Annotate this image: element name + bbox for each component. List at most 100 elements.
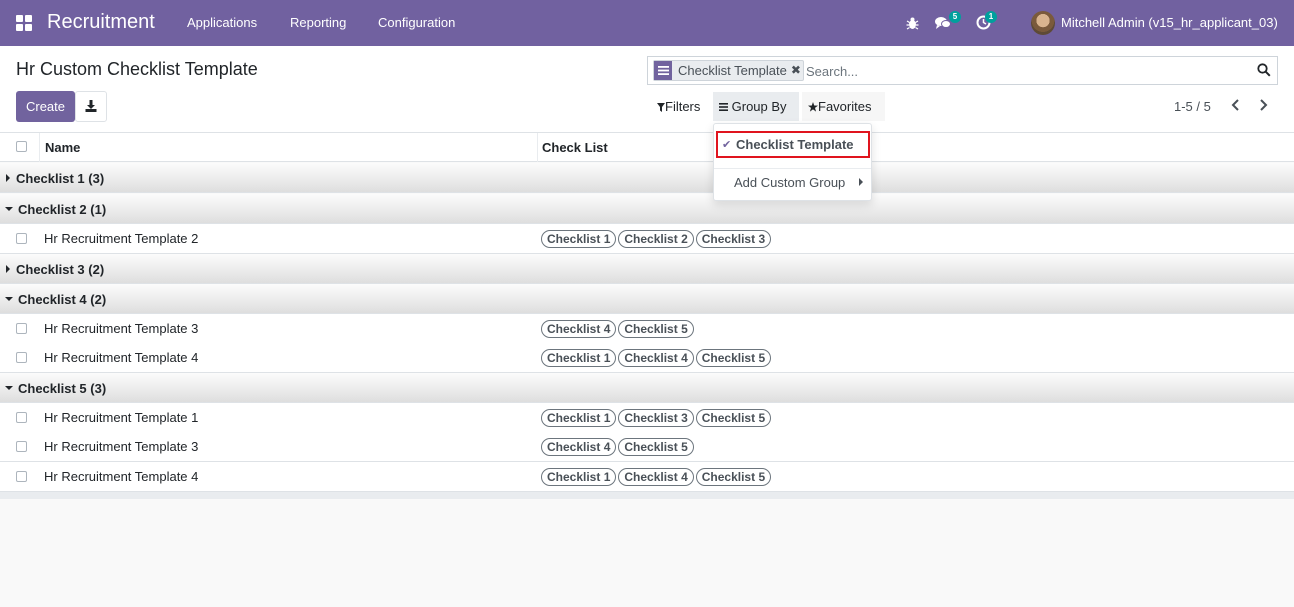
group-label: Checklist 4 (2) (18, 292, 107, 307)
tag: Checklist 4 (618, 468, 694, 486)
select-all-checkbox[interactable] (16, 141, 27, 152)
groupby-option-checklist-template[interactable]: ✔ Checklist Template (716, 131, 870, 158)
top-navbar: Recruitment Applications Reporting Confi… (0, 0, 1294, 46)
checklist-tags: Checklist 4 Checklist 5 (541, 320, 696, 338)
group-row-checklist-4[interactable]: Checklist 4 (2) (0, 284, 1294, 314)
control-panel: Hr Custom Checklist Template Create Chec… (0, 46, 1294, 133)
column-header-name[interactable]: Name (45, 140, 80, 155)
dropdown-divider (714, 168, 871, 169)
list-header: Name Check List (0, 133, 1294, 162)
messages-count-badge: 5 (949, 11, 961, 23)
tag: Checklist 3 (695, 230, 772, 248)
star-icon (808, 102, 818, 112)
table-row[interactable]: Hr Recruitment Template 3 Checklist 4 Ch… (0, 432, 1294, 462)
group-row-checklist-1[interactable]: Checklist 1 (3) (0, 163, 1294, 193)
activities-count-badge: 1 (985, 11, 997, 23)
cell-name: Hr Recruitment Template 3 (44, 321, 199, 336)
column-divider (537, 133, 538, 162)
table-row[interactable]: Hr Recruitment Template 3 Checklist 4 Ch… (0, 314, 1294, 344)
filters-label: Filters (665, 99, 701, 114)
search-icon[interactable] (1257, 63, 1271, 77)
menu-applications[interactable]: Applications (187, 15, 257, 30)
download-icon (85, 100, 97, 112)
tag: Checklist 4 (618, 349, 694, 367)
tag: Checklist 4 (541, 438, 617, 456)
cell-name: Hr Recruitment Template 1 (44, 410, 199, 425)
tag: Checklist 1 (541, 409, 617, 427)
tag: Checklist 1 (541, 468, 617, 486)
caret-down-icon (5, 207, 13, 211)
row-checkbox[interactable] (16, 323, 27, 334)
pager-next-icon[interactable] (1256, 98, 1270, 112)
export-button[interactable] (75, 91, 107, 122)
search-bar: Checklist Template ✖ (647, 56, 1278, 85)
add-custom-group-toggle[interactable]: Add Custom Group (734, 175, 845, 190)
tag: Checklist 2 (618, 230, 694, 248)
checklist-tags: Checklist 1 Checklist 2 Checklist 3 (541, 230, 773, 248)
tag: Checklist 5 (695, 349, 772, 367)
group-by-icon (719, 103, 728, 111)
group-by-dropdown: ✔ Checklist Template Add Custom Group (713, 123, 872, 201)
favorites-label: Favorites (818, 99, 872, 114)
groupby-option-label: Checklist Template (736, 137, 854, 152)
caret-down-icon (5, 386, 13, 390)
group-label: Checklist 2 (1) (18, 202, 107, 217)
checklist-tags: Checklist 4 Checklist 5 (541, 438, 696, 456)
row-checkbox[interactable] (16, 471, 27, 482)
tag: Checklist 1 (541, 230, 617, 248)
favorites-button[interactable]: Favorites (802, 92, 885, 121)
app-name[interactable]: Recruitment (47, 11, 155, 34)
table-row[interactable]: Hr Recruitment Template 2 Checklist 1 Ch… (0, 224, 1294, 254)
row-checkbox[interactable] (16, 352, 27, 363)
create-button[interactable]: Create (16, 91, 75, 122)
caret-right-icon (6, 265, 10, 273)
cell-name: Hr Recruitment Template 2 (44, 231, 199, 246)
search-facet-groupby[interactable]: Checklist Template ✖ (653, 60, 804, 81)
list-footer (0, 492, 1294, 499)
cell-name: Hr Recruitment Template 3 (44, 439, 199, 454)
menu-configuration[interactable]: Configuration (378, 15, 455, 30)
page-title: Hr Custom Checklist Template (16, 59, 258, 79)
cell-name: Hr Recruitment Template 4 (44, 469, 199, 484)
group-row-checklist-5[interactable]: Checklist 5 (3) (0, 373, 1294, 403)
table-row[interactable]: Hr Recruitment Template 1 Checklist 1 Ch… (0, 403, 1294, 433)
checklist-tags: Checklist 1 Checklist 3 Checklist 5 (541, 409, 773, 427)
pager-previous-icon[interactable] (1229, 98, 1243, 112)
table-row[interactable]: Hr Recruitment Template 4 Checklist 1 Ch… (0, 343, 1294, 373)
filters-button[interactable]: Filters (651, 92, 706, 121)
tag: Checklist 5 (618, 438, 694, 456)
checklist-tags: Checklist 1 Checklist 4 Checklist 5 (541, 468, 773, 486)
facet-label: Checklist Template (678, 63, 787, 78)
apps-menu-icon[interactable] (16, 15, 32, 31)
facet-remove-icon[interactable]: ✖ (791, 61, 803, 80)
user-menu[interactable]: Mitchell Admin (v15_hr_applicant_03) (1061, 15, 1278, 30)
group-by-label: Group By (731, 99, 787, 114)
tag: Checklist 5 (618, 320, 694, 338)
menu-reporting[interactable]: Reporting (290, 15, 346, 30)
pager-value[interactable]: 1-5 / 5 (1174, 99, 1211, 114)
search-input[interactable] (806, 61, 1246, 81)
table-row[interactable]: Hr Recruitment Template 4 Checklist 1 Ch… (0, 462, 1294, 492)
checkmark-icon: ✔ (722, 139, 732, 151)
group-label: Checklist 5 (3) (18, 381, 107, 396)
user-avatar[interactable] (1031, 11, 1055, 35)
row-checkbox[interactable] (16, 412, 27, 423)
tag: Checklist 4 (541, 320, 617, 338)
bug-icon[interactable] (906, 16, 919, 30)
cell-name: Hr Recruitment Template 4 (44, 350, 199, 365)
row-checkbox[interactable] (16, 233, 27, 244)
group-row-checklist-2[interactable]: Checklist 2 (1) (0, 194, 1294, 224)
checklist-tags: Checklist 1 Checklist 4 Checklist 5 (541, 349, 773, 367)
tag: Checklist 5 (695, 468, 772, 486)
column-divider (39, 133, 40, 162)
caret-down-icon (5, 297, 13, 301)
group-row-checklist-3[interactable]: Checklist 3 (2) (0, 254, 1294, 284)
group-by-button[interactable]: Group By (713, 92, 799, 121)
row-checkbox[interactable] (16, 441, 27, 452)
column-header-check-list[interactable]: Check List (542, 140, 608, 155)
tag: Checklist 1 (541, 349, 617, 367)
tag: Checklist 3 (618, 409, 694, 427)
group-by-facet-icon (654, 61, 672, 80)
group-label: Checklist 1 (3) (16, 171, 105, 186)
filter-icon (657, 103, 665, 112)
